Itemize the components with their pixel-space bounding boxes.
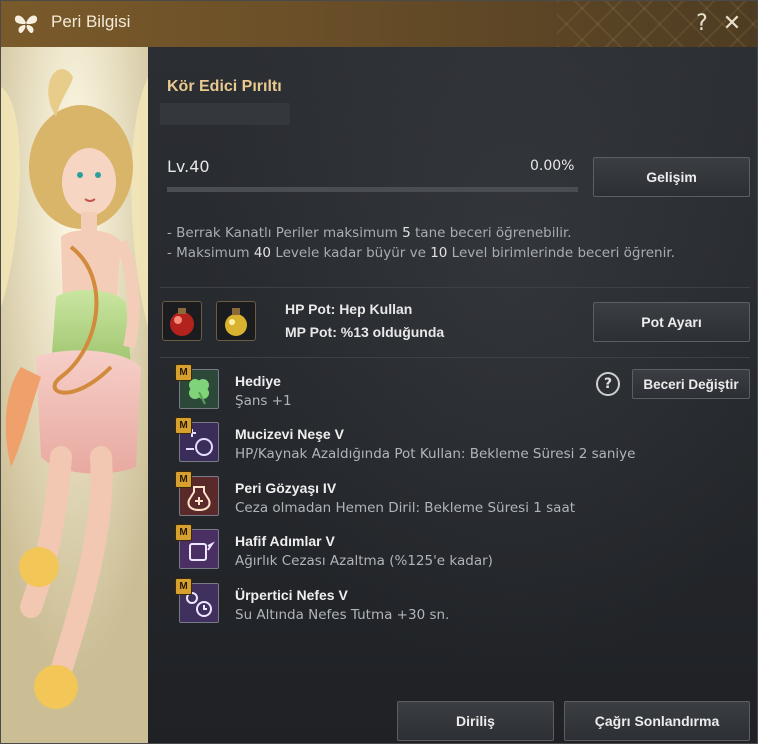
- divider: [160, 357, 750, 358]
- master-badge: M: [175, 417, 192, 434]
- skill-slot-4[interactable]: M: [175, 524, 219, 569]
- skill-help-button[interactable]: ?: [596, 372, 620, 396]
- skill-description: HP/Kaynak Azaldığında Pot Kullan: Beklem…: [235, 446, 636, 462]
- fairy-name-placeholder-bar: [160, 103, 290, 125]
- evolve-button[interactable]: Gelişim: [593, 157, 750, 197]
- hp-pot-label: HP Pot: Hep Kullan: [285, 301, 413, 317]
- fairy-illustration: [1, 47, 148, 743]
- master-badge: M: [175, 364, 192, 381]
- master-badge: M: [175, 578, 192, 595]
- skill-title: Hafif Adımlar V: [235, 533, 335, 549]
- mp-potion-icon: [225, 308, 247, 336]
- skill-description: Ağırlık Cezası Azaltma (%125'e kadar): [235, 553, 493, 569]
- info-line-1: - Berrak Kanatlı Periler maksimum 5 tane…: [167, 225, 572, 241]
- skill-description: Ceza olmadan Hemen Diril: Bekleme Süresi…: [235, 500, 576, 516]
- hp-pot-slot[interactable]: [162, 301, 202, 341]
- master-badge: M: [175, 524, 192, 541]
- skill-title: Mucizevi Neşe V: [235, 426, 344, 442]
- hp-potion-icon: [170, 308, 194, 336]
- progress-percent: 0.00%: [530, 158, 575, 174]
- master-badge: M: [175, 471, 192, 488]
- help-button[interactable]: ?: [689, 10, 715, 38]
- end-summon-button[interactable]: Çağrı Sonlandırma: [564, 701, 750, 741]
- pot-settings-button[interactable]: Pot Ayarı: [593, 302, 750, 342]
- mp-pot-slot[interactable]: [216, 301, 256, 341]
- fairy-name: Kör Edici Pırıltı: [167, 78, 282, 95]
- title-bar[interactable]: Peri Bilgisi ? ✕: [1, 1, 757, 48]
- skill-title: Ürpertici Nefes V: [235, 587, 348, 603]
- skill-description: Su Altında Nefes Tutma +30 sn.: [235, 607, 450, 623]
- close-button[interactable]: ✕: [719, 10, 745, 38]
- skill-title: Peri Gözyaşı IV: [235, 480, 337, 496]
- mp-pot-label: MP Pot: %13 olduğunda: [285, 324, 445, 340]
- change-skill-button[interactable]: Beceri Değiştir: [632, 369, 750, 399]
- skill-slot-3[interactable]: M: [175, 471, 219, 516]
- fairy-portrait: [1, 47, 148, 743]
- butterfly-icon: [14, 15, 38, 34]
- revive-button[interactable]: Diriliş: [397, 701, 554, 741]
- divider: [160, 287, 750, 288]
- experience-bar: [167, 187, 578, 192]
- skill-slot-1[interactable]: M: [175, 364, 219, 409]
- fairy-details-panel: Kör Edici Pırıltı Lv.40 0.00% Gelişim - …: [148, 47, 757, 743]
- window-title: Peri Bilgisi: [51, 12, 131, 31]
- skill-title: Hediye: [235, 373, 281, 389]
- skill-slot-2[interactable]: M: [175, 417, 219, 462]
- level-label: Lv.40: [167, 157, 210, 176]
- skill-slot-5[interactable]: M: [175, 578, 219, 623]
- info-line-2: - Maksimum 40 Levele kadar büyür ve 10 L…: [167, 245, 675, 261]
- fairy-info-window: Peri Bilgisi ? ✕ Kör Edici Pırıltı Lv.40…: [0, 0, 758, 744]
- skill-description: Şans +1: [235, 393, 292, 409]
